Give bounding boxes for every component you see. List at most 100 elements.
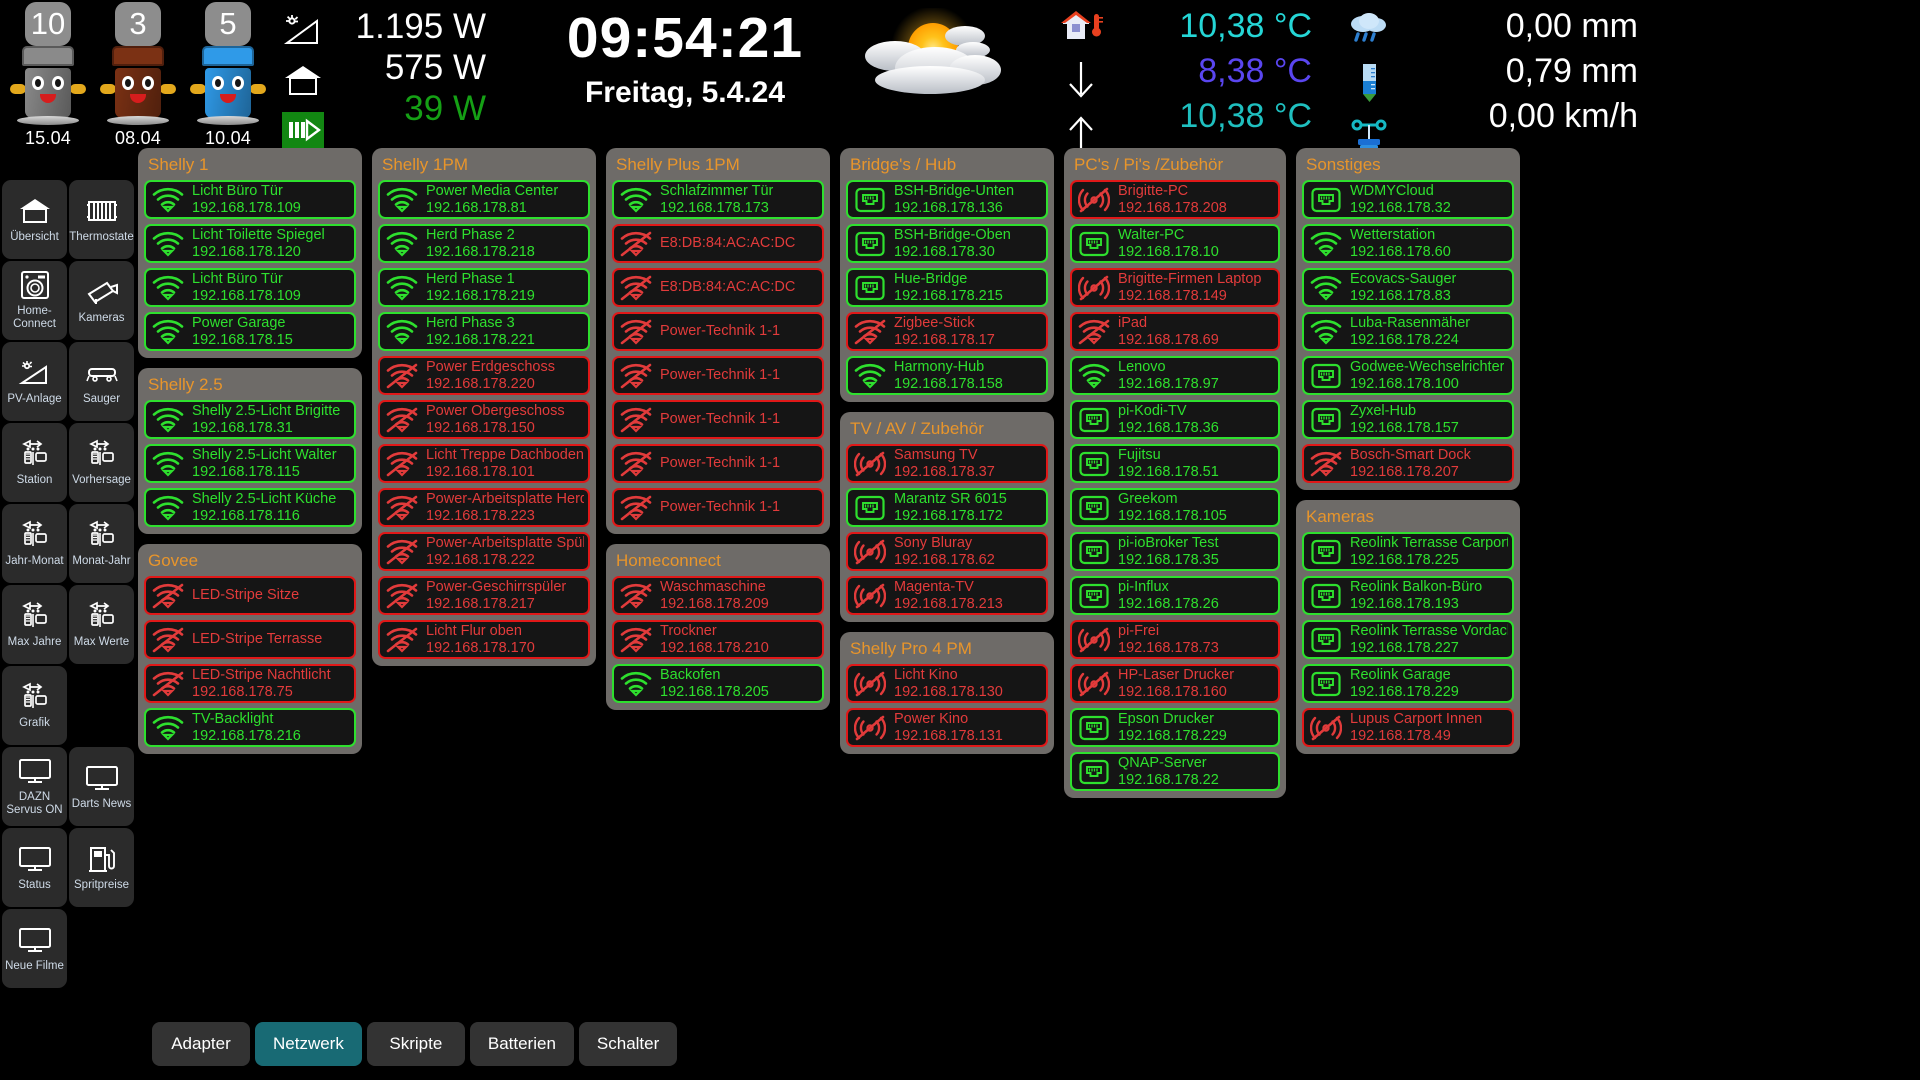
tab-schalter[interactable]: Schalter [578, 1022, 678, 1066]
device-item[interactable]: Herd Phase 3 192.168.178.221 [378, 312, 590, 351]
device-item[interactable]: pi-Influx 192.168.178.26 [1070, 576, 1280, 615]
device-item[interactable]: Greekom 192.168.178.105 [1070, 488, 1280, 527]
device-item[interactable]: Schlafzimmer Tür 192.168.178.173 [612, 180, 824, 219]
device-item[interactable]: Zyxel-Hub 192.168.178.157 [1302, 400, 1514, 439]
device-item[interactable]: Power-Technik 1-1 [612, 400, 824, 439]
device-item[interactable]: Licht Büro Tür 192.168.178.109 [144, 268, 356, 307]
device-item[interactable]: Licht Toilette Spiegel 192.168.178.120 [144, 224, 356, 263]
device-item[interactable]: Power-Arbeitsplatte Spüle 192.168.178.22… [378, 532, 590, 571]
device-item[interactable]: Bosch-Smart Dock 192.168.178.207 [1302, 444, 1514, 483]
device-item[interactable]: HP-Laser Drucker 192.168.178.160 [1070, 664, 1280, 703]
device-item[interactable]: Magenta-TV 192.168.178.213 [846, 576, 1048, 615]
device-item[interactable]: Waschmaschine 192.168.178.209 [612, 576, 824, 615]
device-item[interactable]: Power-Technik 1-1 [612, 488, 824, 527]
sidebar-item-spritpreise[interactable]: Spritpreise [69, 828, 134, 907]
device-item[interactable]: Brigitte-Firmen Laptop 192.168.178.149 [1070, 268, 1280, 307]
device-item[interactable]: Power-Geschirrspüler 192.168.178.217 [378, 576, 590, 615]
sidebar-item-monat-jahr[interactable]: Monat-Jahr [69, 504, 134, 583]
device-item[interactable]: Power-Technik 1-1 [612, 312, 824, 351]
device-item[interactable]: Sony Bluray 192.168.178.62 [846, 532, 1048, 571]
device-item[interactable]: pi-Frei 192.168.178.73 [1070, 620, 1280, 659]
device-item[interactable]: LED-Stripe Terrasse [144, 620, 356, 659]
sidebar-item-max-werte[interactable]: Max Werte [69, 585, 134, 664]
device-item[interactable]: Licht Kino 192.168.178.130 [846, 664, 1048, 703]
device-item[interactable]: Harmony-Hub 192.168.178.158 [846, 356, 1048, 395]
sidebar-item-station[interactable]: Station [2, 423, 67, 502]
device-item[interactable]: Lenovo 192.168.178.97 [1070, 356, 1280, 395]
device-item[interactable]: Power-Technik 1-1 [612, 356, 824, 395]
device-item[interactable]: Zigbee-Stick 192.168.178.17 [846, 312, 1048, 351]
device-item[interactable]: Trockner 192.168.178.210 [612, 620, 824, 659]
device-item[interactable]: E8:DB:84:AC:AC:DC [612, 224, 824, 263]
device-item[interactable]: Hue-Bridge 192.168.178.215 [846, 268, 1048, 307]
device-item[interactable]: Samsung TV 192.168.178.37 [846, 444, 1048, 483]
tab-batterien[interactable]: Batterien [469, 1022, 574, 1066]
device-item[interactable]: E8:DB:84:AC:AC:DC [612, 268, 824, 307]
tab-netzwerk[interactable]: Netzwerk [255, 1022, 362, 1066]
device-item[interactable]: Licht Treppe Dachboden 192.168.178.101 [378, 444, 590, 483]
sidebar-item-thermostate[interactable]: Thermostate [69, 180, 134, 259]
device-item[interactable]: Power-Arbeitsplatte Herd 192.168.178.223 [378, 488, 590, 527]
device-item[interactable]: Godwee-Wechselrichter 192.168.178.100 [1302, 356, 1514, 395]
device-item[interactable]: Power Garage 192.168.178.15 [144, 312, 356, 351]
device-item[interactable]: BSH-Bridge-Oben 192.168.178.30 [846, 224, 1048, 263]
device-item[interactable]: WDMYCloud 192.168.178.32 [1302, 180, 1514, 219]
lan-icon [853, 185, 887, 215]
device-item[interactable]: pi-Kodi-TV 192.168.178.36 [1070, 400, 1280, 439]
device-item[interactable]: Marantz SR 6015 192.168.178.172 [846, 488, 1048, 527]
lan-icon [1309, 537, 1343, 567]
device-item[interactable]: TV-Backlight 192.168.178.216 [144, 708, 356, 747]
sidebar-item-darts-news[interactable]: Darts News [69, 747, 134, 826]
sidebar-item-dazn-servus-on[interactable]: DAZN Servus ON [2, 747, 67, 826]
sidebar-item-pv-anlage[interactable]: PV-Anlage [2, 342, 67, 421]
sidebar-item-grafik[interactable]: Grafik [2, 666, 67, 745]
sidebar-item-sauger[interactable]: Sauger [69, 342, 134, 421]
device-item[interactable]: LED-Stripe Sitze [144, 576, 356, 615]
device-item[interactable]: BSH-Bridge-Unten 192.168.178.136 [846, 180, 1048, 219]
device-item[interactable]: Power-Technik 1-1 [612, 444, 824, 483]
device-item[interactable]: Brigitte-PC 192.168.178.208 [1070, 180, 1280, 219]
device-item[interactable]: Walter-PC 192.168.178.10 [1070, 224, 1280, 263]
device-item[interactable]: Shelly 2.5-Licht Brigitte 192.168.178.31 [144, 400, 356, 439]
device-item[interactable]: Herd Phase 2 192.168.178.218 [378, 224, 590, 263]
device-item[interactable]: Epson Drucker 192.168.178.229 [1070, 708, 1280, 747]
device-item[interactable]: pi-ioBroker Test 192.168.178.35 [1070, 532, 1280, 571]
device-item[interactable]: Reolink Terrasse Vordach 192.168.178.227 [1302, 620, 1514, 659]
device-item[interactable]: Shelly 2.5-Licht Küche 192.168.178.116 [144, 488, 356, 527]
device-item[interactable]: LED-Stripe Nachtlicht 192.168.178.75 [144, 664, 356, 703]
device-item[interactable]: Licht Flur oben 192.168.178.170 [378, 620, 590, 659]
device-item[interactable]: Power Obergeschoss 192.168.178.150 [378, 400, 590, 439]
device-item[interactable]: Ecovacs-Sauger 192.168.178.83 [1302, 268, 1514, 307]
device-item[interactable]: QNAP-Server 192.168.178.22 [1070, 752, 1280, 791]
waste-bin-days-badge: 3 [115, 2, 161, 46]
device-name: Walter-PC [1118, 226, 1185, 243]
device-item[interactable]: Power Media Center 192.168.178.81 [378, 180, 590, 219]
device-item[interactable]: Herd Phase 1 192.168.178.219 [378, 268, 590, 307]
device-item[interactable]: Luba-Rasenmäher 192.168.178.224 [1302, 312, 1514, 351]
device-item[interactable]: Shelly 2.5-Licht Walter 192.168.178.115 [144, 444, 356, 483]
device-item[interactable]: Backofen 192.168.178.205 [612, 664, 824, 703]
sidebar-item-kameras[interactable]: Kameras [69, 261, 134, 340]
lan-icon [853, 229, 887, 259]
device-item[interactable]: Power Erdgeschoss 192.168.178.220 [378, 356, 590, 395]
sidebar-item-status[interactable]: Status [2, 828, 67, 907]
device-item[interactable]: Licht Büro Tür 192.168.178.109 [144, 180, 356, 219]
device-item[interactable]: Power Kino 192.168.178.131 [846, 708, 1048, 747]
sidebar-item-max-jahre[interactable]: Max Jahre [2, 585, 67, 664]
sidebar-item-bersicht[interactable]: Übersicht [2, 180, 67, 259]
device-item[interactable]: Reolink Garage 192.168.178.229 [1302, 664, 1514, 703]
sidebar-item-vorhersage[interactable]: Vorhersage [69, 423, 134, 502]
wifi-icon [151, 185, 185, 215]
tab-adapter[interactable]: Adapter [152, 1022, 250, 1066]
tab-skripte[interactable]: Skripte [366, 1022, 465, 1066]
sidebar-item-jahr-monat[interactable]: Jahr-Monat [2, 504, 67, 583]
device-item[interactable]: Wetterstation 192.168.178.60 [1302, 224, 1514, 263]
device-item[interactable]: iPad 192.168.178.69 [1070, 312, 1280, 351]
device-item[interactable]: Reolink Terrasse Carport 192.168.178.225 [1302, 532, 1514, 571]
device-item[interactable]: Fujitsu 192.168.178.51 [1070, 444, 1280, 483]
monitor-icon [18, 754, 52, 788]
device-item[interactable]: Lupus Carport Innen 192.168.178.49 [1302, 708, 1514, 747]
sidebar-item-home-connect[interactable]: Home-Connect [2, 261, 67, 340]
device-item[interactable]: Reolink Balkon-Büro 192.168.178.193 [1302, 576, 1514, 615]
sidebar-item-neue-filme[interactable]: Neue Filme [2, 909, 67, 988]
